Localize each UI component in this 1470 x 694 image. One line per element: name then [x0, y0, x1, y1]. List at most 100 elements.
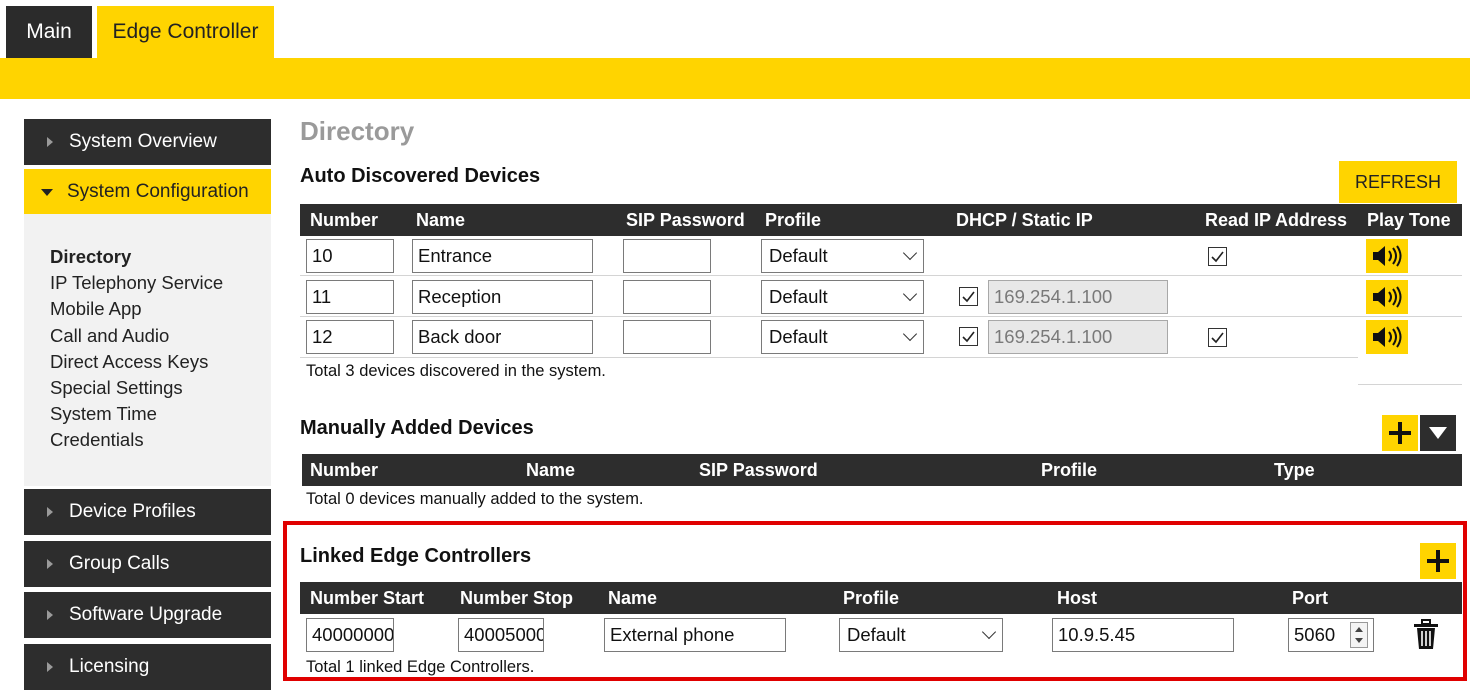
tab-edge-controller[interactable]: Edge Controller [97, 6, 274, 58]
linked-total-note: Total 1 linked Edge Controllers. [306, 658, 535, 676]
profile-select[interactable]: Default [761, 239, 924, 273]
number-field[interactable]: 10 [306, 239, 394, 273]
static-ip-checkbox[interactable] [959, 327, 978, 346]
read-ip-checkbox[interactable] [1208, 247, 1227, 266]
column-header: Port [1292, 588, 1328, 608]
number-field[interactable]: 12 [306, 320, 394, 354]
sidebar-item-licensing[interactable]: Licensing [24, 644, 271, 690]
sidebar-item-software-upgrade[interactable]: Software Upgrade [24, 592, 271, 638]
row-divider [1358, 384, 1462, 385]
play-tone-button[interactable] [1366, 239, 1408, 273]
ip-address-field[interactable]: 169.254.1.100 [988, 320, 1168, 354]
host-field[interactable]: 10.9.5.45 [1052, 618, 1234, 652]
column-header: SIP Password [699, 460, 818, 480]
plus-icon [1427, 550, 1449, 572]
name-field[interactable]: Entrance [412, 239, 593, 273]
sidebar-item-system-overview[interactable]: System Overview [24, 119, 271, 165]
sidebar-subitem-call-and-audio[interactable]: Call and Audio [50, 323, 271, 349]
add-linked-controller-button[interactable] [1420, 543, 1456, 579]
manual-devices-table-header: Number Name SIP Password Profile Type [302, 454, 1462, 486]
sidebar-item-label: System Configuration [67, 181, 249, 202]
ip-address-field[interactable]: 169.254.1.100 [988, 280, 1168, 314]
column-header: Name [608, 588, 658, 608]
profile-select-value: Default [769, 326, 828, 347]
refresh-button[interactable]: REFRESH [1339, 161, 1457, 203]
page-title: Directory [300, 116, 415, 146]
delete-button[interactable] [1412, 619, 1440, 651]
chevron-down-icon [902, 326, 918, 342]
number-field[interactable]: 11 [306, 280, 394, 314]
profile-select[interactable]: Default [761, 280, 924, 314]
profile-select[interactable]: Default [761, 320, 924, 354]
profile-select-value: Default [769, 245, 828, 266]
sidebar-item-device-profiles[interactable]: Device Profiles [24, 489, 271, 535]
column-header: SIP Password [626, 210, 745, 230]
sip-password-field[interactable] [623, 239, 711, 273]
sidebar-item-label: Device Profiles [69, 501, 196, 522]
name-field[interactable]: Back door [412, 320, 593, 354]
sip-password-field[interactable] [623, 320, 711, 354]
sidebar-item-label: Software Upgrade [69, 604, 223, 625]
column-header: Play Tone [1367, 210, 1451, 230]
auto-devices-table-header: Number Name SIP Password Profile DHCP / … [300, 204, 1462, 236]
column-header: Profile [1041, 460, 1098, 480]
column-header: Number [310, 210, 379, 230]
sidebar-subitem-system-time[interactable]: System Time [50, 401, 271, 427]
name-field[interactable]: External phone [604, 618, 786, 652]
checkmark-icon [1211, 251, 1224, 263]
sidebar-subitem-directory[interactable]: Directory [50, 244, 271, 270]
column-header: Number [310, 460, 379, 480]
row-divider [300, 275, 1462, 276]
chevron-down-icon [902, 286, 918, 302]
port-value: 5060 [1294, 624, 1336, 645]
tab-main[interactable]: Main [6, 6, 92, 58]
number-stop-field[interactable]: 40005000 [458, 618, 544, 652]
column-header: Profile [765, 210, 822, 230]
linked-controllers-table-header: Number Start Number Stop Name Profile Ho… [300, 582, 1462, 614]
add-device-menu-button[interactable] [1420, 415, 1456, 451]
sidebar-subitem-credentials[interactable]: Credentials [50, 427, 271, 453]
sidebar-item-system-configuration[interactable]: System Configuration [24, 169, 271, 215]
column-header: Name [526, 460, 576, 480]
auto-total-note: Total 3 devices discovered in the system… [306, 362, 606, 380]
number-start-field[interactable]: 40000000 [306, 618, 394, 652]
chevron-right-icon [47, 137, 53, 147]
stepper-arrows-icon [1355, 627, 1363, 643]
column-header: Type [1274, 460, 1315, 480]
speaker-icon [1373, 245, 1402, 267]
speaker-icon [1373, 326, 1402, 348]
plus-icon [1389, 422, 1411, 444]
name-field[interactable]: Reception [412, 280, 593, 314]
chevron-right-icon [47, 559, 53, 569]
manual-total-note: Total 0 devices manually added to the sy… [306, 490, 644, 508]
trash-icon [1414, 619, 1438, 649]
profile-select[interactable]: Default [839, 618, 1003, 652]
sip-password-field[interactable] [623, 280, 711, 314]
static-ip-checkbox[interactable] [959, 287, 978, 306]
sidebar-subitem-ip-telephony-service[interactable]: IP Telephony Service [50, 270, 271, 296]
column-header: Number Start [310, 588, 425, 608]
chevron-right-icon [47, 662, 53, 672]
checkmark-icon [1211, 332, 1224, 344]
play-tone-button[interactable] [1366, 320, 1408, 354]
read-ip-checkbox[interactable] [1208, 328, 1227, 347]
chevron-right-icon [47, 610, 53, 620]
column-header: Host [1057, 588, 1097, 608]
column-header: Read IP Address [1205, 210, 1348, 230]
section-title-linked-edge-controllers: Linked Edge Controllers [300, 545, 532, 567]
port-stepper[interactable] [1350, 622, 1368, 648]
sidebar-subitem-mobile-app[interactable]: Mobile App [50, 296, 271, 322]
play-tone-button[interactable] [1366, 280, 1408, 314]
row-divider [300, 316, 1462, 317]
row-divider [300, 357, 1358, 358]
header-bar [0, 58, 1470, 99]
speaker-icon [1373, 286, 1402, 308]
sidebar-item-label: System Overview [69, 131, 217, 152]
sidebar-item-group-calls[interactable]: Group Calls [24, 541, 271, 587]
sidebar-item-label: Group Calls [69, 553, 170, 574]
sidebar-subitem-special-settings[interactable]: Special Settings [50, 375, 271, 401]
column-header: Profile [843, 588, 900, 608]
sidebar-subitem-direct-access-keys[interactable]: Direct Access Keys [50, 349, 271, 375]
profile-select-value: Default [847, 624, 906, 645]
add-device-button[interactable] [1382, 415, 1418, 451]
